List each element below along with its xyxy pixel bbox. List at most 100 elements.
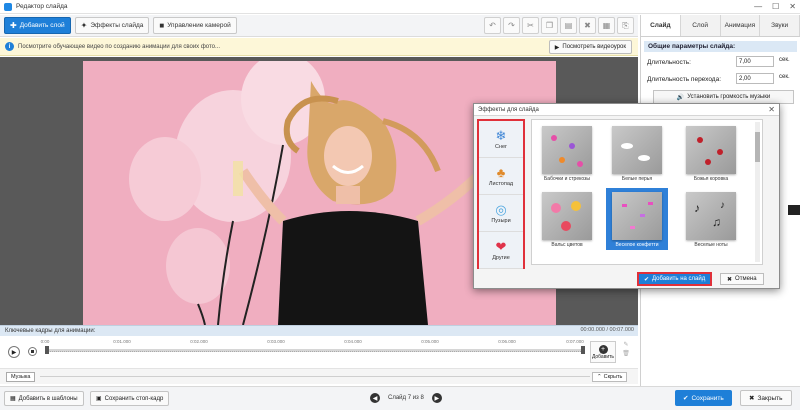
effect-confetti-selected[interactable]: Веселое конфетти [606, 188, 668, 250]
heart-icon: ❤ [495, 238, 507, 254]
end-keyframe-handle[interactable] [581, 346, 585, 354]
delete-button[interactable]: ✖ [579, 17, 596, 34]
start-keyframe-handle[interactable] [45, 346, 49, 354]
add-to-slide-button[interactable]: ✔ Добавить на слайд [637, 272, 713, 286]
music-volume-button[interactable]: 🔊 Установить громкость музыки [653, 90, 794, 104]
category-bubbles[interactable]: ◎ Пузыри [479, 195, 523, 232]
category-leaves[interactable]: ♣ Листопад [479, 158, 523, 195]
check-icon: ✔ [683, 395, 689, 402]
transition-unit: сек. [779, 74, 790, 80]
image-icon: ▣ [96, 396, 102, 402]
snowflake-icon: ❄ [495, 127, 507, 143]
category-other[interactable]: ❤ Другие [479, 232, 523, 269]
redo-button[interactable]: ↷ [503, 17, 520, 34]
camera-control-button[interactable]: ■ Управление камерой [153, 17, 237, 34]
add-keyframe-label: Добавить [591, 353, 615, 360]
trash-icon[interactable]: 🗑 [622, 350, 630, 357]
tab-sounds[interactable]: Звуки [760, 15, 800, 36]
effect-butterflies[interactable]: Бабочки и стрекозы [536, 122, 598, 184]
title-bar: Редактор слайда — ☐ ✕ [0, 0, 800, 14]
next-slide-icon[interactable]: ▶ [431, 393, 442, 403]
category-label: Пузыри [491, 217, 511, 224]
add-layer-button[interactable]: ✚ Добавить слой [4, 17, 71, 34]
edit-icon[interactable]: ✎ [623, 341, 628, 348]
bottom-bar: ▦ Добавить в шаблоны ▣ Сохранить стоп-ка… [0, 386, 800, 410]
copy-style-button[interactable]: ⎘ [617, 17, 634, 34]
effect-thumbnail [612, 126, 662, 174]
align-icon: ▦ [602, 21, 611, 30]
add-circle-icon: + [598, 344, 608, 354]
edit-actions: ↶ ↷ ✂ ❐ ▤ ✖ ▦ ⎘ [484, 17, 634, 34]
effect-ladybug[interactable]: Божья коровка [680, 122, 742, 184]
duration-row: Длительность: 7,00 сек. [647, 55, 797, 69]
align-button[interactable]: ▦ [598, 17, 615, 34]
effects-scroll-thumb[interactable] [755, 132, 760, 162]
watch-video-label: Посмотреть видеоурок [562, 44, 626, 50]
save-still-label: Сохранить стоп-кадр [104, 395, 164, 402]
close-window-icon[interactable]: ✕ [789, 2, 796, 11]
slide-effects-button[interactable]: ✦ Эффекты слайда [74, 17, 150, 34]
watch-video-button[interactable]: ▶ Посмотреть видеоурок [548, 40, 632, 54]
effects-scrollbar[interactable] [755, 122, 760, 262]
add-to-templates-button[interactable]: ▦ Добавить в шаблоны [4, 391, 84, 406]
save-button[interactable]: ✔ Сохранить [675, 390, 732, 406]
hide-timeline-button[interactable]: ⌃ Скрыть [592, 372, 628, 382]
music-tag[interactable]: Музыка [6, 372, 36, 382]
plus-icon: ✚ [10, 21, 17, 30]
close-label: Закрыть [757, 394, 783, 402]
effect-music-notes[interactable]: ♪ ♫ ♪ Веселые ноты [680, 188, 742, 250]
close-dialog-icon[interactable]: ✕ [768, 105, 775, 114]
timeline-ruler[interactable]: 0:00 0:01.000 0:02.000 0:03.000 0:04.000… [41, 339, 585, 363]
effect-label: Вальс цветов [551, 242, 583, 248]
effect-white-feathers[interactable]: Белые перья [606, 122, 668, 184]
effect-flower-waltz[interactable]: Вальс цветов [536, 188, 598, 250]
collapse-icon: ⌃ [597, 374, 602, 380]
music-track-line [40, 376, 590, 377]
flowers-thumbnail [551, 201, 581, 231]
paste-icon: ▤ [564, 21, 573, 30]
svg-text:♪: ♪ [720, 200, 725, 211]
add-to-templates-label: Добавить в шаблоны [18, 395, 78, 402]
play-button[interactable]: ▶ [8, 346, 20, 358]
butterflies-thumbnail [551, 135, 583, 167]
tab-slide[interactable]: Слайд [641, 15, 681, 36]
save-still-button[interactable]: ▣ Сохранить стоп-кадр [90, 391, 170, 406]
tick-label: 0:00 [40, 339, 50, 344]
duration-label: Длительность: [647, 58, 691, 66]
effects-dialog-titlebar: Эффекты для слайда ✕ [474, 104, 779, 116]
add-keyframe-button[interactable]: + Добавить [590, 341, 616, 363]
effect-thumbnail [686, 126, 736, 174]
camera-icon: ■ [159, 21, 165, 30]
copy-button[interactable]: ❐ [541, 17, 558, 34]
cut-button[interactable]: ✂ [522, 17, 539, 34]
trash-icon: ✖ [584, 21, 591, 30]
tick-label: 0:01.000 [113, 339, 131, 344]
close-button[interactable]: ✖ Закрыть [740, 390, 792, 406]
tab-layer[interactable]: Слой [681, 15, 721, 36]
keyframe-timeline: ▶ 0:00 0:01.000 0:02.000 0:03.000 0:04.0… [0, 337, 638, 367]
transition-input[interactable]: 2,00 [736, 73, 774, 84]
maximize-icon[interactable]: ☐ [772, 2, 779, 11]
slide-params-title: Общие параметры слайда: [644, 41, 797, 52]
window-controls: — ☐ ✕ [754, 2, 796, 11]
tab-animation[interactable]: Анимация [721, 15, 761, 36]
tick-label: 0:06.000 [498, 339, 516, 344]
tick-label: 0:02.000 [190, 339, 208, 344]
bubbles-icon: ◎ [495, 201, 507, 217]
category-snow[interactable]: ❄ Снег [479, 121, 523, 158]
minimize-icon[interactable]: — [754, 2, 762, 11]
cancel-label: Отмена [735, 276, 757, 282]
effect-label: Бабочки и стрекозы [544, 176, 590, 182]
undo-button[interactable]: ↶ [484, 17, 501, 34]
paste-button[interactable]: ▤ [560, 17, 577, 34]
previous-slide-icon[interactable]: ◀ [370, 393, 380, 403]
camera-control-label: Управление камерой [167, 22, 231, 29]
play-icon: ▶ [11, 349, 17, 356]
effect-thumbnail: ♪ ♫ ♪ [686, 192, 736, 240]
stop-button[interactable] [28, 347, 37, 356]
duration-input[interactable]: 7,00 [736, 56, 774, 67]
duration-unit: сек. [779, 57, 790, 63]
cancel-button[interactable]: ✖ Отмена [720, 273, 764, 285]
effects-grid: Бабочки и стрекозы Белые перья Божья кор… [531, 119, 763, 265]
leaf-icon: ♣ [496, 164, 506, 180]
